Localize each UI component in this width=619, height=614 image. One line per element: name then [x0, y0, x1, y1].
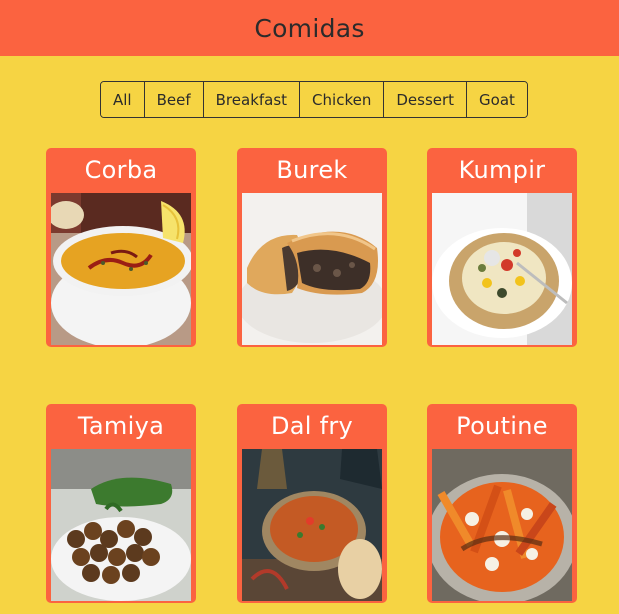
filter-goat-button[interactable]: Goat [466, 82, 527, 117]
meal-photo-burek[interactable] [242, 193, 382, 345]
filter-all-button[interactable]: All [101, 82, 144, 117]
meal-photo-poutine[interactable] [432, 449, 572, 601]
page-title: Comidas [254, 13, 365, 43]
meal-title: Burek [276, 155, 348, 184]
page-header: Comidas [0, 0, 619, 56]
filter-breakfast-button[interactable]: Breakfast [202, 82, 300, 117]
meal-photo-corba[interactable] [51, 193, 191, 345]
meal-card-tamiya[interactable]: Tamiya [46, 404, 196, 603]
meal-photo-kumpir[interactable] [432, 193, 572, 345]
filter-dessert-button[interactable]: Dessert [383, 82, 467, 117]
filter-chicken-button[interactable]: Chicken [299, 82, 384, 117]
meal-title: Tamiya [77, 411, 165, 440]
meal-photo-tamiya[interactable] [51, 449, 191, 601]
meal-card-dal-fry[interactable]: Dal fry [237, 404, 387, 603]
category-filter-group: All Beef Breakfast Chicken Dessert Goat [100, 81, 528, 118]
meal-card-kumpir[interactable]: Kumpir [427, 148, 577, 347]
meal-title: Dal fry [270, 411, 354, 440]
meal-title: Corba [84, 155, 158, 184]
meal-title: Kumpir [458, 155, 546, 184]
meal-title: Poutine [456, 411, 548, 440]
meal-card-corba[interactable]: Corba [46, 148, 196, 347]
meal-card-poutine[interactable]: Poutine [427, 404, 577, 603]
meal-card-burek[interactable]: Burek [237, 148, 387, 347]
filter-beef-button[interactable]: Beef [143, 82, 203, 117]
meal-photo-dal-fry[interactable] [242, 449, 382, 601]
